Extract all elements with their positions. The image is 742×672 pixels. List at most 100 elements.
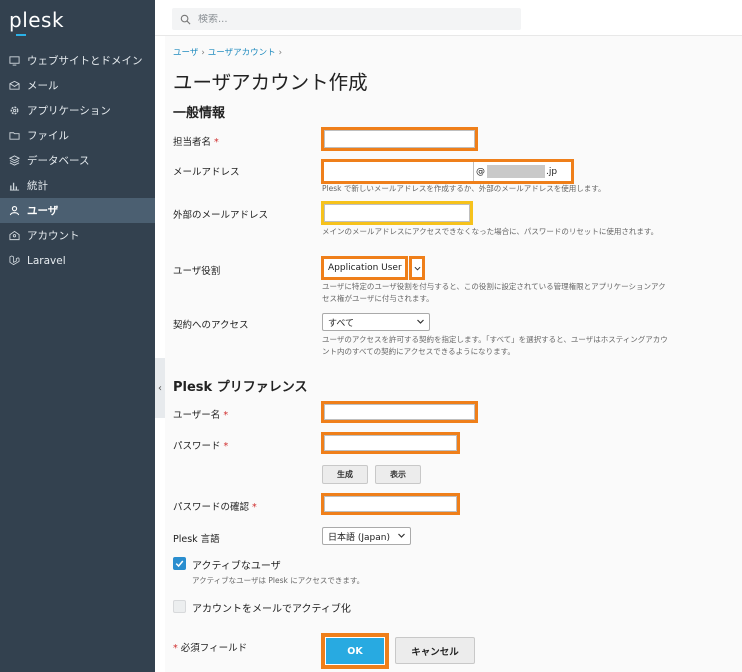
email-hint: Plesk で新しいメールアドレスを作成するか、外部のメールアドレスを使用します…	[322, 184, 606, 193]
email-field-wrap: @ .jp	[321, 159, 574, 184]
sidebar-nav: ウェブサイトとドメイン メール アプリケーション ファイル データベース 統計 …	[0, 48, 155, 273]
subscription-access-label: 契約へのアクセス	[173, 320, 249, 331]
active-user-label[interactable]: アクティブなユーザ	[192, 557, 281, 572]
required-star: *	[223, 441, 229, 452]
sidebar-item-applications[interactable]: アプリケーション	[0, 98, 155, 123]
sidebar-item-label: データベース	[27, 155, 90, 167]
sidebar-item-label: ウェブサイトとドメイン	[27, 55, 143, 67]
required-note-text: 必須フィールド	[180, 643, 248, 654]
sidebar-item-label: ユーザ	[27, 205, 59, 217]
show-password-button[interactable]: 表示	[375, 465, 421, 484]
activate-by-mail-checkbox[interactable]	[173, 600, 186, 613]
confirm-password-field-wrap	[321, 493, 460, 515]
sidebar-item-mail[interactable]: メール	[0, 73, 155, 98]
role-label: ユーザ役割	[173, 266, 221, 277]
password-label: パスワード *	[173, 438, 228, 452]
role-select-dropdown[interactable]	[409, 256, 425, 280]
laravel-icon	[8, 255, 20, 267]
language-label: Plesk 言語	[173, 534, 220, 545]
password-label-text: パスワード	[173, 441, 221, 452]
confirm-password-label: パスワードの確認 *	[173, 499, 257, 513]
external-email-input[interactable]	[324, 204, 470, 222]
sidebar-item-account[interactable]: アカウント	[0, 223, 155, 248]
active-user-checkbox[interactable]	[173, 557, 186, 570]
email-domain-redacted	[487, 165, 545, 178]
sidebar-item-files[interactable]: ファイル	[0, 123, 155, 148]
chevron-down-icon	[417, 319, 424, 324]
subscription-access-select[interactable]: すべて	[322, 313, 430, 331]
breadcrumb-user-accounts-link[interactable]: ユーザアカウント	[208, 48, 276, 58]
required-star: *	[252, 502, 257, 513]
ok-button[interactable]: OK	[326, 638, 384, 664]
search-box[interactable]	[172, 8, 521, 30]
cancel-button[interactable]: キャンセル	[395, 637, 475, 664]
chevron-down-icon	[414, 266, 420, 271]
sidebar-item-databases[interactable]: データベース	[0, 148, 155, 173]
folder-icon	[8, 130, 20, 142]
role-select[interactable]: Application User	[321, 256, 425, 280]
language-value: 日本語 (Japan)	[328, 532, 390, 543]
external-email-label: 外部のメールアドレス	[173, 210, 269, 221]
contact-name-input[interactable]	[324, 130, 475, 148]
sidebar-item-statistics[interactable]: 統計	[0, 173, 155, 198]
confirm-password-input[interactable]	[324, 496, 457, 512]
sidebar-item-label: アプリケーション	[27, 105, 111, 117]
top-bar	[155, 0, 742, 36]
checkmark-icon	[175, 560, 184, 568]
breadcrumb-separator: ›	[278, 48, 282, 58]
gear-icon	[8, 105, 20, 117]
breadcrumb: ユーザ › ユーザアカウント ›	[173, 46, 285, 58]
contact-name-field-wrap	[321, 127, 478, 151]
username-input[interactable]	[324, 404, 475, 420]
user-icon	[8, 205, 20, 217]
role-select-value[interactable]: Application User	[321, 256, 408, 280]
page-title: ユーザアカウント作成	[173, 71, 368, 94]
username-label: ユーザー名 *	[173, 407, 228, 421]
sidebar-item-label: ファイル	[27, 130, 69, 142]
chevron-left-icon: ‹	[158, 382, 162, 394]
chevron-down-icon	[398, 533, 405, 538]
logo-underline	[16, 34, 26, 36]
email-local-input[interactable]	[324, 162, 474, 181]
account-icon	[8, 230, 20, 242]
sidebar-item-label: Laravel	[27, 254, 66, 267]
active-user-hint: アクティブなユーザは Plesk にアクセスできます。	[192, 576, 365, 585]
confirm-password-label-text: パスワードの確認	[173, 502, 250, 513]
plesk-logo[interactable]: plesk	[9, 8, 65, 36]
search-input[interactable]	[198, 13, 498, 25]
sidebar-collapse-toggle[interactable]: ‹	[155, 358, 165, 418]
main-content: ユーザ › ユーザアカウント › ユーザアカウント作成 一般情報 担当者名 * メール…	[165, 36, 742, 672]
username-field-wrap	[321, 401, 478, 423]
sidebar-item-label: 統計	[27, 180, 48, 192]
bar-chart-icon	[8, 180, 20, 192]
section-title-preferences: Plesk プリファレンス	[173, 380, 308, 395]
email-label: メールアドレス	[173, 167, 240, 178]
activate-by-mail-label[interactable]: アカウントをメールでアクティブ化	[192, 600, 351, 615]
language-select[interactable]: 日本語 (Japan)	[322, 527, 411, 545]
sidebar: plesk ウェブサイトとドメイン メール アプリケーション ファイル データベ…	[0, 0, 155, 672]
password-input[interactable]	[324, 435, 457, 451]
monitor-icon	[8, 55, 20, 67]
sidebar-item-label: メール	[27, 80, 59, 92]
breadcrumb-users-link[interactable]: ユーザ	[173, 48, 198, 58]
contact-name-label-text: 担当者名	[173, 137, 212, 148]
subscription-access-value: すべて	[328, 318, 355, 329]
ok-button-wrap: OK	[321, 633, 389, 669]
role-hint: ユーザに特定のユーザ役割を付与すると、この役割に設定されている管理権限とアプリケ…	[322, 282, 666, 303]
sidebar-item-laravel[interactable]: Laravel	[0, 248, 155, 273]
sidebar-item-users[interactable]: ユーザ	[0, 198, 155, 223]
logo-text: plesk	[9, 8, 65, 32]
search-icon	[180, 14, 191, 24]
subscription-access-hint: ユーザのアクセスを許可する契約を指定します。「すべて」を選択すると、ユーザはホス…	[322, 335, 668, 356]
required-star: *	[173, 643, 178, 654]
required-fields-note: * 必須フィールド	[173, 640, 247, 654]
contact-name-label: 担当者名 *	[173, 134, 219, 148]
email-at-sign: @	[476, 166, 485, 177]
sidebar-item-websites[interactable]: ウェブサイトとドメイン	[0, 48, 155, 73]
mail-icon	[8, 80, 20, 92]
external-email-hint: メインのメールアドレスにアクセスできなくなった場合に、パスワードのリセットに使用…	[322, 227, 659, 236]
email-domain-tld: .jp	[546, 166, 558, 177]
generate-password-button[interactable]: 生成	[322, 465, 368, 484]
breadcrumb-separator: ›	[201, 48, 205, 58]
layers-icon	[8, 155, 20, 167]
